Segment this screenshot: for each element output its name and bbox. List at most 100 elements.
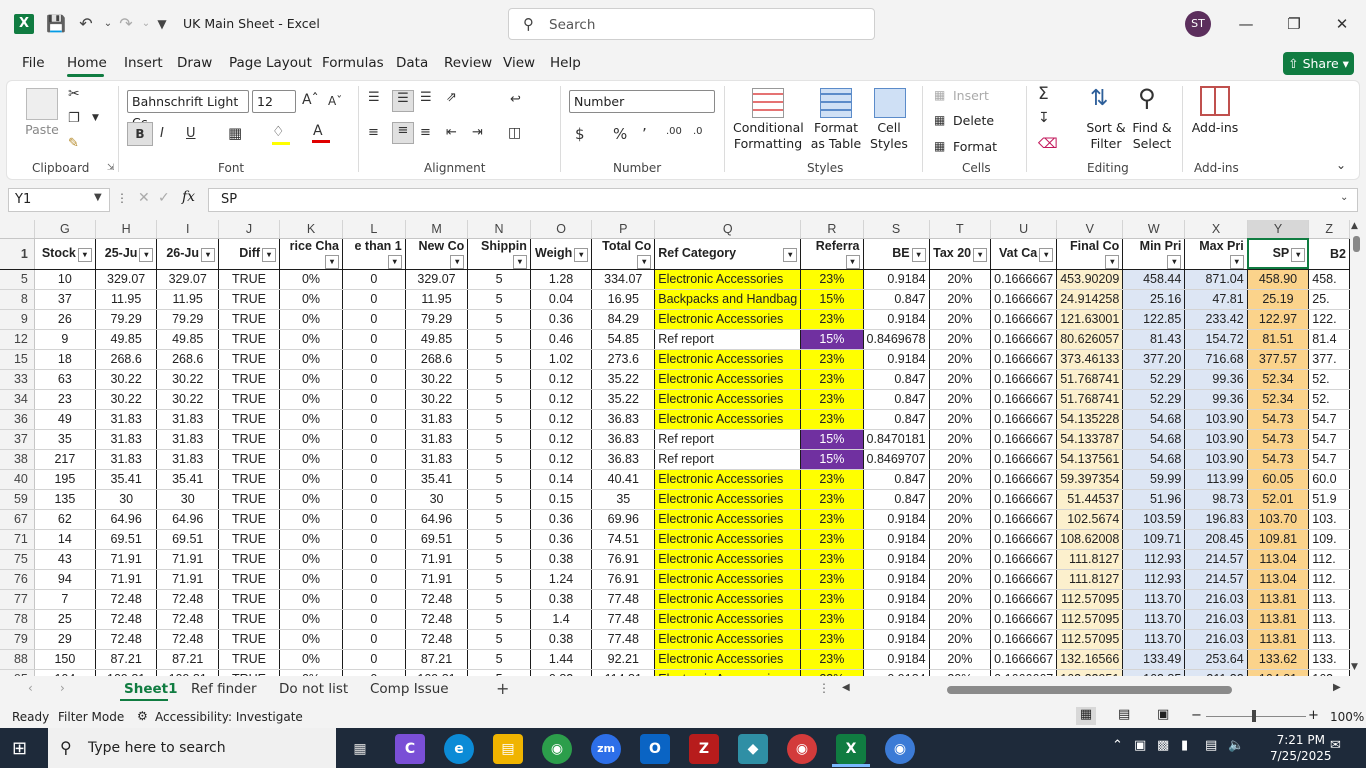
cell[interactable]: 59.397354 [1056,469,1124,490]
cell[interactable]: Electronic Accessories [654,549,802,570]
zoom-slider[interactable] [1206,716,1306,717]
cell[interactable]: 71.91 [156,549,219,570]
cell[interactable]: 0 [342,489,406,510]
cell[interactable]: 0% [279,589,344,610]
clipboard-launcher-icon[interactable]: ⇲ [107,163,115,173]
cell[interactable]: 113.99 [1184,469,1248,490]
cell[interactable]: 81.51 [1247,329,1310,350]
cell[interactable]: 5 [467,469,531,490]
cell[interactable]: 0.1666667 [990,589,1058,610]
cell[interactable]: 377.57 [1247,349,1310,370]
cell-styles-label[interactable]: Cell Styles [864,120,914,152]
cell[interactable]: 51.96 [1122,489,1186,510]
cell[interactable]: 0.847 [863,369,930,390]
cell[interactable]: 217 [34,449,96,470]
cell[interactable]: TRUE [218,489,281,510]
cell[interactable]: 20% [929,289,992,310]
cell[interactable]: Electronic Accessories [654,409,802,430]
file-explorer-icon[interactable]: ▤ [493,734,523,764]
cell[interactable]: TRUE [218,609,281,630]
column-header-g[interactable]: G [34,220,96,239]
cell[interactable]: 0 [342,369,406,390]
cell[interactable]: Electronic Accessories [654,649,802,670]
cell[interactable]: 268.6 [95,349,158,370]
cell[interactable]: Electronic Accessories [654,529,802,550]
cell[interactable]: 20% [929,549,992,570]
font-color-icon[interactable]: A [313,123,323,139]
cell[interactable]: 0% [279,449,344,470]
format-cells-label[interactable]: Format [953,139,997,154]
cell[interactable]: 35 [34,429,96,450]
sheet-tab-sheet1[interactable]: Sheet1 [124,681,178,697]
cell[interactable]: 51.768741 [1056,369,1124,390]
minimize-button[interactable]: — [1231,12,1261,36]
cell[interactable]: 109.81 [95,669,158,676]
cell[interactable]: 23% [800,489,864,510]
cell[interactable]: 35.22 [591,389,656,410]
cell[interactable]: 72.48 [405,589,469,610]
cell[interactable]: 62 [34,509,96,530]
cell[interactable]: 51.768741 [1056,389,1124,410]
cell[interactable]: 0.1666667 [990,309,1058,330]
tray-app-2-icon[interactable]: ▩ [1157,738,1169,753]
cell[interactable]: 29 [34,629,96,650]
cell[interactable]: 0.847 [863,409,930,430]
row-header[interactable]: 79 [0,629,35,650]
cell[interactable]: 20% [929,589,992,610]
cell[interactable]: TRUE [218,649,281,670]
tab-insert[interactable]: Insert [124,55,163,71]
cell[interactable]: 98.73 [1184,489,1248,510]
cell[interactable]: 135 [34,489,96,510]
field-header[interactable]: Vat Ca ▾ [990,238,1058,270]
cell[interactable]: 0% [279,529,344,550]
field-header[interactable]: Max Pri ▾ [1184,238,1248,270]
cell[interactable]: 64.96 [405,509,469,530]
tab-file[interactable]: File [22,55,45,71]
cell[interactable]: 54.133787 [1056,429,1124,450]
font-size-select[interactable]: 12 [252,90,296,113]
cell[interactable]: 0% [279,409,344,430]
cell[interactable]: 5 [467,429,531,450]
cell[interactable]: 113.70 [1122,589,1186,610]
cell[interactable]: 113.70 [1122,629,1186,650]
cell[interactable]: 113. [1308,629,1350,650]
cell[interactable]: 0.1666667 [990,569,1058,590]
cell[interactable]: 0.15 [530,489,593,510]
field-header[interactable]: e than 1 ▾ [342,238,406,270]
scroll-up-icon[interactable]: ▲ [1351,221,1358,231]
cell[interactable]: 112.93 [1122,549,1186,570]
underline-button[interactable]: U [186,126,196,141]
horizontal-scroll-thumb[interactable] [947,686,1232,694]
cell[interactable]: 76.91 [591,549,656,570]
cell[interactable]: 334.07 [591,269,656,290]
cell[interactable]: 52.29 [1122,389,1186,410]
conditional-formatting-label[interactable]: Conditional Formatting [733,120,804,152]
sheet-tab-comp-issue[interactable]: Comp Issue [370,681,449,697]
cell[interactable]: 0 [342,529,406,550]
cell[interactable]: 31.83 [405,429,469,450]
add-ins-icon[interactable] [1200,86,1230,116]
delete-cells-label[interactable]: Delete [953,113,994,128]
cell[interactable]: 49.85 [95,329,158,350]
cell[interactable]: 0.9184 [863,569,930,590]
cell[interactable]: 0 [342,509,406,530]
fill-color-icon[interactable]: ♢ [272,124,285,140]
cell[interactable]: 103.90 [1184,449,1248,470]
cell[interactable]: 0% [279,489,344,510]
increase-decimal-icon[interactable]: .00 [666,126,682,137]
filter-dropdown-icon[interactable]: ▾ [1105,254,1120,268]
cell[interactable]: 0.1666667 [990,349,1058,370]
add-ins-label[interactable]: Add-ins [1190,120,1240,136]
cell[interactable]: 69.51 [95,529,158,550]
filter-dropdown-icon[interactable]: ▾ [637,254,652,268]
cell[interactable]: 103. [1308,509,1350,530]
sort-filter-icon[interactable]: ⇅ [1090,86,1108,111]
cell[interactable]: 329.07 [95,269,158,290]
cell[interactable]: 30.22 [95,389,158,410]
increase-font-icon[interactable]: Aˆ [302,92,319,108]
cell[interactable]: 49 [34,409,96,430]
prev-sheet-icon[interactable]: ‹ [28,681,33,695]
cell[interactable]: 20% [929,369,992,390]
format-as-table-label[interactable]: Format as Table [806,120,866,152]
cell[interactable]: Electronic Accessories [654,469,802,490]
